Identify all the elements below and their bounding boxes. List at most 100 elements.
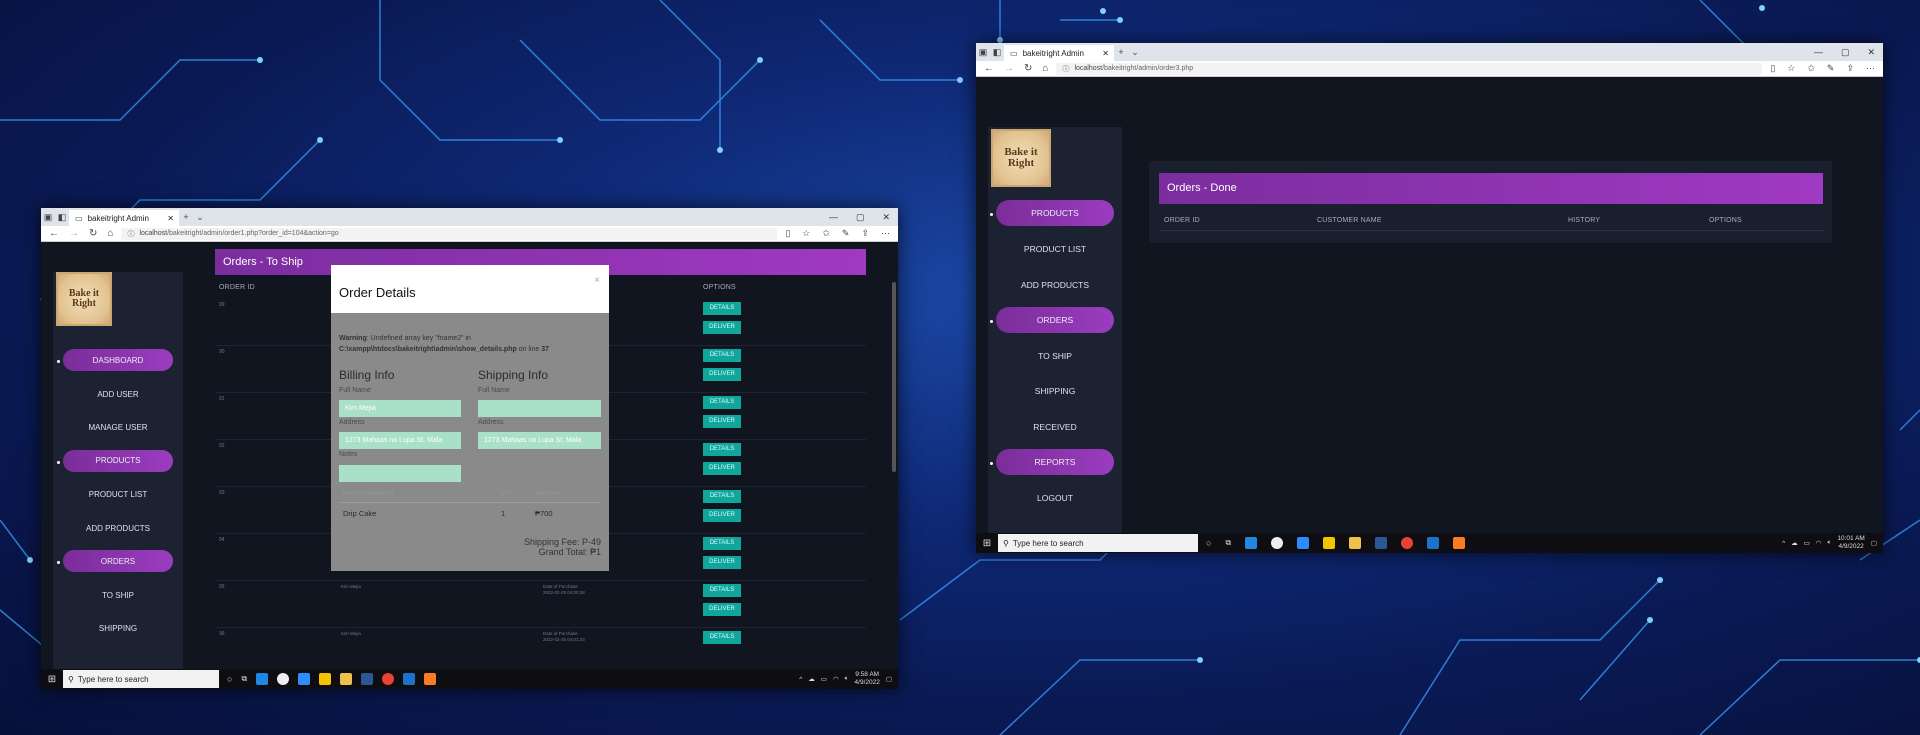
reader-icon[interactable]: ▯: [1770, 63, 1775, 74]
edge-icon[interactable]: [403, 673, 416, 685]
share-icon[interactable]: ⇪: [1846, 63, 1854, 74]
vscode-icon[interactable]: [256, 673, 269, 685]
onedrive-icon[interactable]: ☁: [808, 675, 815, 683]
tabs-aside-icon[interactable]: ◧: [55, 212, 69, 223]
onedrive-icon[interactable]: ☁: [1791, 539, 1798, 547]
sidebar-item-logout[interactable]: LOGOUT: [988, 493, 1122, 503]
browser-tab[interactable]: ▭ bakeitright Admin ✕: [69, 210, 179, 226]
tab-list-icon[interactable]: ⌄: [193, 212, 207, 223]
cortana-icon[interactable]: ○: [1206, 538, 1211, 548]
task-view-icon[interactable]: ⧉: [241, 674, 247, 684]
file-explorer-icon[interactable]: [1349, 537, 1362, 549]
shipping-name-field[interactable]: [478, 400, 601, 417]
wifi-icon[interactable]: ◠: [833, 675, 839, 683]
clock[interactable]: 9:58 AM 4/9/2022: [855, 671, 880, 687]
back-icon[interactable]: ←: [984, 63, 994, 74]
deliver-button[interactable]: DELIVER: [703, 509, 741, 522]
modal-close-icon[interactable]: ×: [594, 275, 600, 286]
favorites-bar-icon[interactable]: ✩: [1807, 63, 1815, 74]
sidebar-item-received[interactable]: RECEIVED: [988, 422, 1122, 432]
sidebar-item-orders[interactable]: ORDERS: [990, 306, 1114, 333]
battery-icon[interactable]: ▭: [821, 675, 827, 683]
details-button[interactable]: DETAILS: [703, 537, 741, 550]
zoom-icon[interactable]: [1297, 537, 1310, 549]
pen-icon[interactable]: ✎: [1827, 63, 1835, 74]
sidebar-item-manage-user[interactable]: MANAGE USER: [53, 423, 183, 432]
new-tab-icon[interactable]: +: [1114, 47, 1128, 57]
more-icon[interactable]: ⋯: [1866, 63, 1875, 74]
sidebar-item-product-list[interactable]: PRODUCT LIST: [53, 490, 183, 499]
file-explorer-icon[interactable]: [340, 673, 353, 685]
billing-address-field[interactable]: 1273 Mahaas na Lupa St. Mala: [339, 432, 461, 449]
xampp-icon[interactable]: [1453, 537, 1466, 549]
sidebar-item-products[interactable]: PRODUCTS: [57, 449, 173, 472]
sidebar-item-shipping[interactable]: SHIPPING: [988, 386, 1122, 396]
wifi-icon[interactable]: ◠: [1816, 539, 1822, 547]
signal-icon[interactable]: [277, 673, 290, 685]
share-icon[interactable]: ⇪: [861, 228, 869, 239]
details-button[interactable]: DETAILS: [703, 490, 741, 503]
tabs-aside-icon[interactable]: ◧: [990, 47, 1004, 58]
details-button[interactable]: DETAILS: [703, 396, 741, 409]
minimize-icon[interactable]: —: [1814, 47, 1823, 58]
billing-name-field[interactable]: Kim Mejia: [339, 400, 461, 417]
tab-actions-icon[interactable]: ▣: [976, 47, 990, 58]
chevron-up-icon[interactable]: ^: [1782, 540, 1785, 547]
deliver-button[interactable]: DELIVER: [703, 556, 741, 569]
forward-icon[interactable]: →: [69, 228, 79, 239]
vscode-icon[interactable]: [1245, 537, 1258, 549]
sidebar-item-to-ship[interactable]: TO SHIP: [988, 351, 1122, 361]
chrome-icon[interactable]: [382, 673, 395, 685]
zoom-icon[interactable]: [298, 673, 311, 685]
new-tab-icon[interactable]: +: [179, 212, 193, 222]
battery-icon[interactable]: ▭: [1804, 539, 1810, 547]
sidebar-item-products[interactable]: PRODUCTS: [990, 200, 1114, 226]
edge-icon[interactable]: [1427, 537, 1440, 549]
tab-list-icon[interactable]: ⌄: [1128, 47, 1142, 58]
clock[interactable]: 10:01 AM 4/9/2022: [1837, 535, 1864, 551]
sidebar-item-product-list[interactable]: PRODUCT LIST: [988, 244, 1122, 254]
minimize-icon[interactable]: —: [829, 212, 838, 223]
sticky-notes-icon[interactable]: [319, 673, 332, 685]
browser-tab[interactable]: ▭ bakeitright Admin ✕: [1004, 45, 1114, 61]
maximize-icon[interactable]: ▢: [856, 212, 865, 223]
notes-field[interactable]: [339, 465, 461, 482]
sticky-notes-icon[interactable]: [1323, 537, 1336, 549]
sidebar-item-add-products[interactable]: ADD PRODUCTS: [53, 524, 183, 533]
sidebar-item-add-products[interactable]: ADD PRODUCTS: [988, 280, 1122, 290]
refresh-icon[interactable]: ↻: [1024, 63, 1032, 74]
details-button[interactable]: DETAILS: [703, 443, 741, 456]
close-tab-icon[interactable]: ✕: [1102, 49, 1109, 58]
close-window-icon[interactable]: ✕: [882, 212, 890, 223]
close-tab-icon[interactable]: ✕: [167, 214, 174, 223]
deliver-button[interactable]: DELIVER: [703, 415, 741, 428]
back-icon[interactable]: ←: [49, 228, 59, 239]
shipping-address-field[interactable]: 1273 Mahaas na Lupa St. Mala: [478, 432, 601, 449]
task-view-icon[interactable]: ⧉: [1225, 538, 1231, 548]
more-icon[interactable]: ⋯: [881, 228, 890, 239]
home-icon[interactable]: ⌂: [107, 228, 113, 239]
details-button[interactable]: DETAILS: [703, 631, 741, 644]
sidebar-item-reports[interactable]: REPORTS: [990, 448, 1114, 475]
sidebar-item-shipping[interactable]: SHIPPING: [53, 624, 183, 633]
taskbar-search[interactable]: ⚲ Type here to search: [998, 534, 1198, 552]
chrome-icon[interactable]: [1401, 537, 1414, 549]
tab-actions-icon[interactable]: ▣: [41, 212, 55, 223]
maximize-icon[interactable]: ▢: [1841, 47, 1850, 58]
sidebar-item-orders[interactable]: ORDERS: [57, 550, 173, 572]
deliver-button[interactable]: DELIVER: [703, 603, 741, 616]
favorite-icon[interactable]: ☆: [802, 228, 810, 239]
deliver-button[interactable]: DELIVER: [703, 321, 741, 334]
favorite-icon[interactable]: ☆: [1787, 63, 1795, 74]
pen-icon[interactable]: ✎: [842, 228, 850, 239]
forward-icon[interactable]: →: [1004, 63, 1014, 74]
sidebar-item-add-user[interactable]: ADD USER: [53, 390, 183, 399]
taskbar-search[interactable]: ⚲ Type here to search: [63, 670, 219, 688]
windows-start-icon[interactable]: ⊞: [41, 674, 63, 685]
cortana-icon[interactable]: ○: [227, 674, 232, 684]
url-field[interactable]: ⓘ localhost/bakeitright/admin/order1.php…: [121, 227, 778, 240]
volume-icon[interactable]: 🔈︎: [845, 675, 849, 683]
details-button[interactable]: DETAILS: [703, 584, 741, 597]
refresh-icon[interactable]: ↻: [89, 228, 97, 239]
notifications-icon[interactable]: ▢: [1871, 539, 1877, 547]
